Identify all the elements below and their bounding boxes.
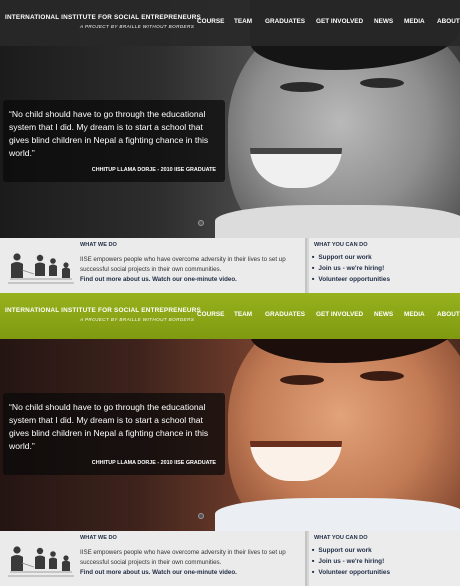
top-nav-bar: INTERNATIONAL INSTITUTE FOR SOCIAL ENTRE…: [0, 293, 460, 339]
portrait-shirt: [215, 498, 460, 531]
nav-course[interactable]: COURSE: [197, 18, 224, 25]
slide-indicator-dot[interactable]: [198, 220, 204, 226]
testimonial-quote: “No child should have to go through the …: [3, 393, 225, 475]
site-subtitle: A PROJECT BY BRAILLE WITHOUT BORDERS: [80, 24, 195, 29]
site-title[interactable]: INTERNATIONAL INSTITUTE FOR SOCIAL ENTRE…: [5, 307, 201, 314]
what-we-do-body: IISE empowers people who have overcome a…: [80, 256, 286, 273]
top-nav-bar: INTERNATIONAL INSTITUTE FOR SOCIAL ENTRE…: [0, 0, 460, 46]
slide-indicator-dot[interactable]: [198, 513, 204, 519]
site-subtitle: A PROJECT BY BRAILLE WITHOUT BORDERS: [80, 317, 195, 322]
info-strip: WHAT WE DO IISE empowers people who have…: [0, 531, 460, 586]
nav-news[interactable]: NEWS: [374, 18, 393, 25]
portrait-eye-right: [360, 371, 404, 381]
nav-about[interactable]: ABOUT: [437, 18, 460, 25]
join-us-link[interactable]: Join us - we're hiring!: [312, 265, 384, 272]
what-you-can-do-title: WHAT YOU CAN DO: [314, 242, 368, 248]
quote-attribution: CHHITUP LLAMA DORJE - 2010 IISE GRADUATE: [91, 460, 216, 466]
what-we-do-body: IISE empowers people who have overcome a…: [80, 549, 286, 566]
nav-media[interactable]: MEDIA: [404, 18, 425, 25]
site-title[interactable]: INTERNATIONAL INSTITUTE FOR SOCIAL ENTRE…: [5, 14, 201, 21]
volunteer-link[interactable]: Volunteer opportunities: [312, 276, 390, 283]
about-video-link[interactable]: Find out more about us. Watch our one-mi…: [80, 276, 237, 283]
volunteer-link[interactable]: Volunteer opportunities: [312, 569, 390, 576]
quote-text: “No child should have to go through the …: [9, 402, 209, 451]
nav-about[interactable]: ABOUT: [437, 311, 460, 318]
portrait-eye-left: [280, 375, 324, 385]
what-we-do-title: WHAT WE DO: [80, 242, 117, 248]
testimonial-quote: “No child should have to go through the …: [3, 100, 225, 182]
quote-attribution: CHHITUP LLAMA DORJE - 2010 IISE GRADUATE: [91, 167, 216, 173]
what-we-do-title: WHAT WE DO: [80, 535, 117, 541]
portrait-shirt: [215, 205, 460, 238]
page-variant-grayscale: INTERNATIONAL INSTITUTE FOR SOCIAL ENTRE…: [0, 0, 460, 293]
nav-graduates[interactable]: GRADUATES: [265, 311, 305, 318]
people-silhouettes-icon: [8, 546, 74, 577]
what-we-do-section: WHAT WE DO IISE empowers people who have…: [0, 531, 307, 586]
nav-get-involved[interactable]: GET INVOLVED: [316, 18, 363, 25]
nav-team[interactable]: TEAM: [234, 311, 252, 318]
nav-team[interactable]: TEAM: [234, 18, 252, 25]
quote-text: “No child should have to go through the …: [9, 109, 209, 158]
portrait-eye-right: [360, 78, 404, 88]
portrait-eye-left: [280, 82, 324, 92]
nav-news[interactable]: NEWS: [374, 311, 393, 318]
nav-graduates[interactable]: GRADUATES: [265, 18, 305, 25]
people-silhouettes-icon: [8, 253, 74, 284]
what-we-do-section: WHAT WE DO IISE empowers people who have…: [0, 238, 307, 293]
support-link[interactable]: Support our work: [312, 254, 371, 261]
info-strip: WHAT WE DO IISE empowers people who have…: [0, 238, 460, 293]
join-us-link[interactable]: Join us - we're hiring!: [312, 558, 384, 565]
page-variant-color: INTERNATIONAL INSTITUTE FOR SOCIAL ENTRE…: [0, 293, 460, 586]
what-you-can-do-title: WHAT YOU CAN DO: [314, 535, 368, 541]
nav-get-involved[interactable]: GET INVOLVED: [316, 311, 363, 318]
nav-course[interactable]: COURSE: [197, 311, 224, 318]
about-video-link[interactable]: Find out more about us. Watch our one-mi…: [80, 569, 237, 576]
nav-media[interactable]: MEDIA: [404, 311, 425, 318]
support-link[interactable]: Support our work: [312, 547, 371, 554]
